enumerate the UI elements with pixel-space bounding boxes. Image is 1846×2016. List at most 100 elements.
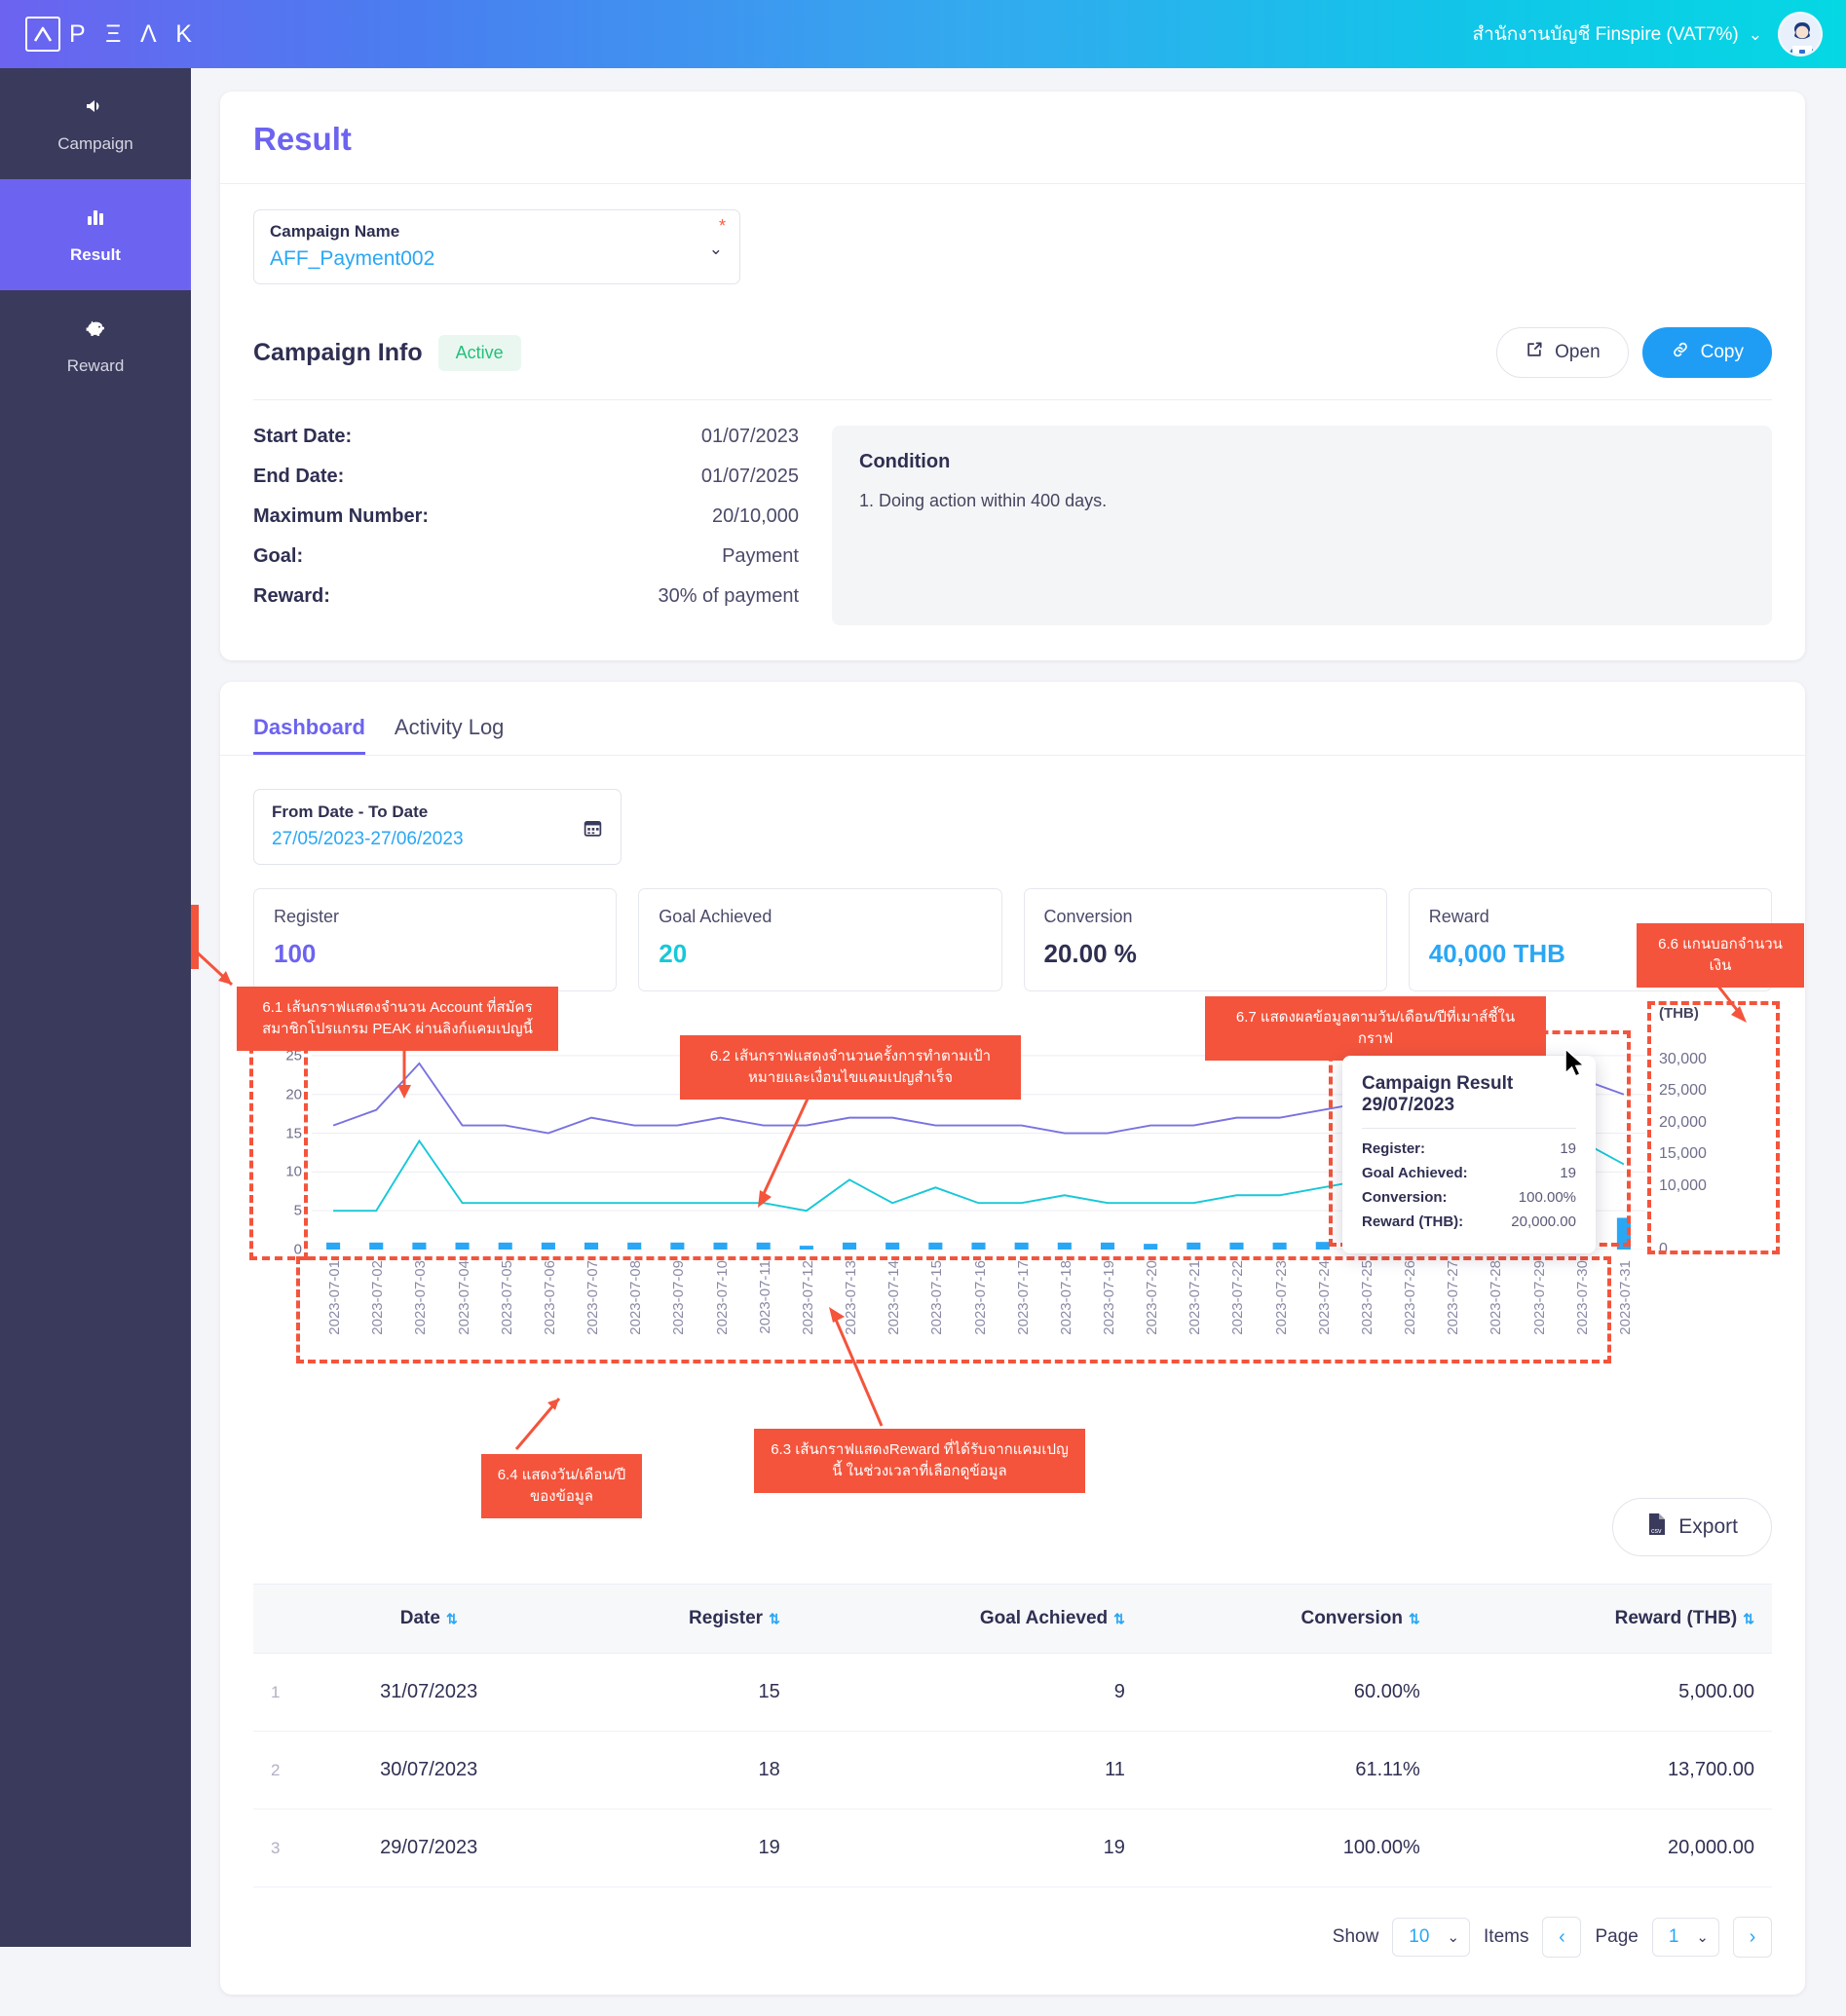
chart-bar xyxy=(1315,1242,1330,1250)
next-page-button[interactable]: › xyxy=(1733,1917,1772,1958)
kpi-goal-achieved: Goal Achieved 20 xyxy=(638,888,1002,991)
tooltip-row: Goal Achieved: 19 xyxy=(1362,1165,1576,1181)
topbar-right: สำนักงานบัญชี Finspire (VAT7%) ⌄ xyxy=(1473,12,1823,56)
chart-bar xyxy=(326,1242,341,1250)
column-header-reward[interactable]: Reward (THB) ⇅ xyxy=(1437,1584,1772,1654)
campaign-chart: (THB) 0 5 10 15 20 25 0 10,000 15,000 20,000 25,00… xyxy=(249,1001,1780,1488)
right-axis-caption: (THB) xyxy=(1659,1005,1699,1022)
annotation-6-2: 6.2 เส้นกราฟแสดงจำนวนครั้งการทำตามเป้าหม… xyxy=(680,1035,1021,1100)
x-axis-tick-label: 2023-07-03 xyxy=(412,1260,430,1335)
annotation-6-1: 6.1 เส้นกราฟแสดงจำนวน Account ที่สมัครสม… xyxy=(237,987,558,1051)
chevron-down-icon[interactable]: ⌄ xyxy=(709,240,723,259)
page-number-select[interactable]: 1 ⌄ xyxy=(1651,1918,1719,1957)
chart-bar xyxy=(455,1242,470,1250)
info-value: 01/07/2023 xyxy=(700,426,799,447)
campaign-info-row: Campaign Info Active Open Copy xyxy=(253,327,1772,378)
info-key: Start Date: xyxy=(253,426,353,447)
kpi-value: 100 xyxy=(274,939,317,968)
tab-activity-log[interactable]: Activity Log xyxy=(395,715,505,755)
column-header-conversion[interactable]: Conversion ⇅ xyxy=(1142,1584,1438,1654)
sidebar-item-campaign[interactable]: Campaign xyxy=(0,68,191,179)
column-header-register[interactable]: Register ⇅ xyxy=(555,1584,798,1654)
chart-bar xyxy=(1057,1242,1072,1250)
column-header-goal-achieved[interactable]: Goal Achieved ⇅ xyxy=(797,1584,1143,1654)
sort-icon[interactable]: ⇅ xyxy=(446,1611,458,1626)
tabs-divider xyxy=(220,755,1805,756)
chevron-down-icon[interactable]: ⌄ xyxy=(1749,26,1762,43)
date-range-filter[interactable]: From Date - To Date 27/05/2023-27/06/202… xyxy=(253,789,622,865)
table-row[interactable]: 3 29/07/2023 19 19 100.00% 20,000.00 xyxy=(253,1809,1772,1887)
table-head: Date ⇅ Register ⇅ Goal Achieved ⇅ Conversio… xyxy=(253,1584,1772,1654)
cell-conversion: 100.00% xyxy=(1142,1809,1438,1887)
cell-conversion: 61.11% xyxy=(1142,1731,1438,1810)
x-axis-tick-label: 2023-07-07 xyxy=(584,1260,602,1335)
export-row: csv Export xyxy=(220,1498,1805,1556)
chart-bar xyxy=(1014,1242,1029,1250)
chevron-down-icon[interactable]: ⌄ xyxy=(1447,1928,1459,1946)
date-range-label: From Date - To Date xyxy=(272,803,429,821)
external-link-icon xyxy=(1525,340,1544,365)
tab-dashboard[interactable]: Dashboard xyxy=(253,715,365,755)
divider xyxy=(253,399,1772,400)
avatar[interactable] xyxy=(1778,12,1823,56)
chart-bar xyxy=(541,1242,555,1250)
chart-bar xyxy=(713,1242,728,1250)
cell-register: 19 xyxy=(555,1809,798,1887)
kpi-label: Conversion xyxy=(1043,907,1133,926)
x-axis-tick-label: 2023-07-25 xyxy=(1358,1260,1375,1335)
x-axis-tick-label: 2023-07-06 xyxy=(541,1260,558,1335)
open-button[interactable]: Open xyxy=(1496,327,1629,378)
table-body: 1 31/07/2023 15 9 60.00% 5,000.00 2 30/0… xyxy=(253,1653,1772,1887)
row-index: 3 xyxy=(253,1809,302,1887)
condition-box: Condition 1. Doing action within 400 day… xyxy=(832,426,1772,625)
cell-date: 29/07/2023 xyxy=(302,1809,556,1887)
info-line: Start Date: 01/07/2023 xyxy=(253,426,799,448)
organization-name[interactable]: สำนักงานบัญชี Finspire (VAT7%) xyxy=(1473,19,1739,49)
x-axis-tick-label: 2023-07-30 xyxy=(1573,1260,1591,1335)
page-title: Result xyxy=(253,121,352,157)
results-table: Date ⇅ Register ⇅ Goal Achieved ⇅ Conversio… xyxy=(253,1584,1772,1887)
y-axis-left-tick: 15 xyxy=(285,1125,302,1142)
annotation-6-3: 6.3 เส้นกราฟแสดงReward ที่ได้รับจากแคมเป… xyxy=(754,1429,1085,1493)
calendar-icon[interactable] xyxy=(583,818,603,844)
chart-bar xyxy=(928,1242,943,1250)
sidebar-item-reward[interactable]: Reward xyxy=(0,290,191,401)
table-row[interactable]: 1 31/07/2023 15 9 60.00% 5,000.00 xyxy=(253,1653,1772,1732)
page-size-select[interactable]: 10 ⌄ xyxy=(1392,1918,1471,1957)
chevron-down-icon[interactable]: ⌄ xyxy=(1696,1928,1709,1946)
svg-text:csv: csv xyxy=(1651,1528,1662,1535)
campaign-name-value: AFF_Payment002 xyxy=(270,247,435,270)
sort-icon[interactable]: ⇅ xyxy=(1743,1611,1754,1626)
info-key: Maximum Number: xyxy=(253,505,430,527)
prev-page-button[interactable]: ‹ xyxy=(1542,1917,1582,1958)
sidebar-item-label: Result xyxy=(70,244,121,264)
y-axis-right-tick: 0 xyxy=(1659,1241,1668,1257)
column-header-date[interactable]: Date ⇅ xyxy=(302,1584,556,1654)
csv-file-icon: csv xyxy=(1646,1512,1668,1542)
result-card-body: * Campaign Name AFF_Payment002 ⌄ Campaig… xyxy=(220,184,1805,660)
result-card: Result * Campaign Name AFF_Payment002 ⌄ … xyxy=(220,92,1805,660)
export-button[interactable]: csv Export xyxy=(1612,1498,1772,1556)
chart-bar xyxy=(670,1242,685,1250)
copy-button-label: Copy xyxy=(1700,342,1744,362)
table-row[interactable]: 2 30/07/2023 18 11 61.11% 13,700.00 xyxy=(253,1731,1772,1810)
y-axis-right-tick: 30,000 xyxy=(1659,1050,1707,1067)
sort-icon[interactable]: ⇅ xyxy=(769,1611,780,1626)
chart-bar xyxy=(842,1242,857,1250)
show-label: Show xyxy=(1332,1926,1379,1947)
condition-item: 1. Doing action within 400 days. xyxy=(859,491,1108,510)
campaign-name-select[interactable]: * Campaign Name AFF_Payment002 ⌄ xyxy=(253,209,740,284)
tooltip-row: Conversion: 100.00% xyxy=(1362,1189,1576,1206)
sort-icon[interactable]: ⇅ xyxy=(1409,1611,1420,1626)
info-value: Payment xyxy=(722,545,799,567)
tooltip-value: 19 xyxy=(1560,1140,1576,1157)
chart-bar xyxy=(1100,1242,1115,1250)
info-key: Reward: xyxy=(253,585,330,607)
sort-icon[interactable]: ⇅ xyxy=(1113,1611,1125,1626)
x-axis-tick-label: 2023-07-09 xyxy=(670,1260,688,1335)
copy-button[interactable]: Copy xyxy=(1641,327,1772,378)
top-bar: P Ξ Λ K สำนักงานบัญชี Finspire (VAT7%) ⌄ xyxy=(0,0,1846,68)
sidebar-item-result[interactable]: Result xyxy=(0,179,191,290)
info-value: 20/10,000 xyxy=(712,505,799,527)
x-axis-tick-label: 2023-07-08 xyxy=(627,1260,645,1335)
